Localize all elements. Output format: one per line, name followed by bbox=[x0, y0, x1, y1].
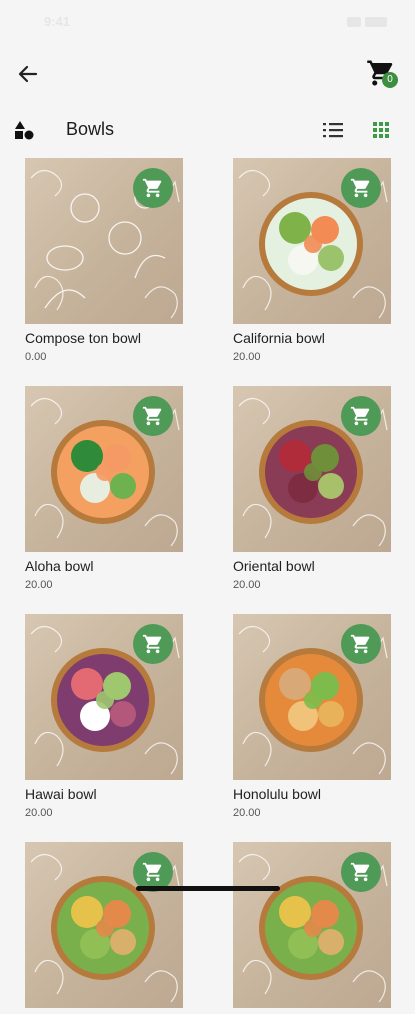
product-image[interactable] bbox=[25, 386, 183, 552]
product-name: Aloha bowl bbox=[25, 558, 94, 574]
cart-button[interactable]: 0 bbox=[366, 58, 400, 92]
product-name: Compose ton bowl bbox=[25, 330, 141, 346]
status-icons bbox=[343, 14, 393, 27]
product-card[interactable]: Compose ton bowl 0.00 bbox=[25, 158, 183, 363]
product-price: 20.00 bbox=[233, 351, 261, 363]
product-name: California bowl bbox=[233, 330, 325, 346]
add-to-cart-button[interactable] bbox=[341, 624, 381, 664]
add-to-cart-button[interactable] bbox=[133, 624, 173, 664]
product-card[interactable]: Hawai bowl 20.00 bbox=[25, 614, 183, 819]
add-to-cart-button[interactable] bbox=[341, 396, 381, 436]
product-image[interactable] bbox=[25, 842, 183, 1008]
add-cart-icon bbox=[350, 634, 370, 654]
product-image[interactable] bbox=[233, 842, 391, 1008]
add-to-cart-button[interactable] bbox=[341, 852, 381, 892]
shapes-icon bbox=[15, 121, 34, 140]
top-bar: 0 bbox=[0, 52, 415, 96]
add-cart-icon bbox=[350, 406, 370, 426]
grid-view-button[interactable] bbox=[368, 118, 394, 142]
category-bar: Bowls bbox=[0, 108, 415, 152]
list-view-icon bbox=[323, 123, 343, 138]
add-to-cart-button[interactable] bbox=[341, 168, 381, 208]
back-button[interactable] bbox=[14, 60, 42, 88]
product-name: Oriental bowl bbox=[233, 558, 315, 574]
add-cart-icon bbox=[142, 862, 162, 882]
add-cart-icon bbox=[142, 406, 162, 426]
add-to-cart-button[interactable] bbox=[133, 396, 173, 436]
product-image[interactable] bbox=[233, 158, 391, 324]
product-price: 20.00 bbox=[233, 579, 261, 591]
list-view-button[interactable] bbox=[320, 118, 346, 142]
add-cart-icon bbox=[142, 178, 162, 198]
add-cart-icon bbox=[350, 862, 370, 882]
product-card[interactable]: California bowl 20.00 bbox=[233, 158, 391, 363]
cart-count-badge: 0 bbox=[382, 72, 398, 88]
product-image[interactable] bbox=[25, 158, 183, 324]
product-image[interactable] bbox=[233, 386, 391, 552]
add-cart-icon bbox=[350, 178, 370, 198]
product-name: Honolulu bowl bbox=[233, 786, 321, 802]
add-to-cart-button[interactable] bbox=[133, 168, 173, 208]
product-card[interactable]: Aloha bowl 20.00 bbox=[25, 386, 183, 591]
product-card[interactable]: Honolulu bowl 20.00 bbox=[233, 614, 391, 819]
product-card[interactable] bbox=[25, 842, 183, 1014]
home-indicator bbox=[136, 886, 280, 891]
product-card[interactable] bbox=[233, 842, 391, 1014]
add-cart-icon bbox=[142, 634, 162, 654]
arrow-left-icon bbox=[18, 65, 38, 83]
product-price: 20.00 bbox=[25, 807, 53, 819]
product-image[interactable] bbox=[25, 614, 183, 780]
product-image[interactable] bbox=[233, 614, 391, 780]
product-price: 0.00 bbox=[25, 351, 47, 363]
product-card[interactable]: Oriental bowl 20.00 bbox=[233, 386, 391, 591]
status-time: 9:41 bbox=[44, 14, 71, 29]
category-title: Bowls bbox=[66, 119, 115, 139]
product-name: Hawai bowl bbox=[25, 786, 97, 802]
status-bar: 9:41 bbox=[0, 0, 415, 40]
product-price: 20.00 bbox=[233, 807, 261, 819]
grid-view-icon bbox=[373, 122, 389, 138]
product-price: 20.00 bbox=[25, 579, 53, 591]
